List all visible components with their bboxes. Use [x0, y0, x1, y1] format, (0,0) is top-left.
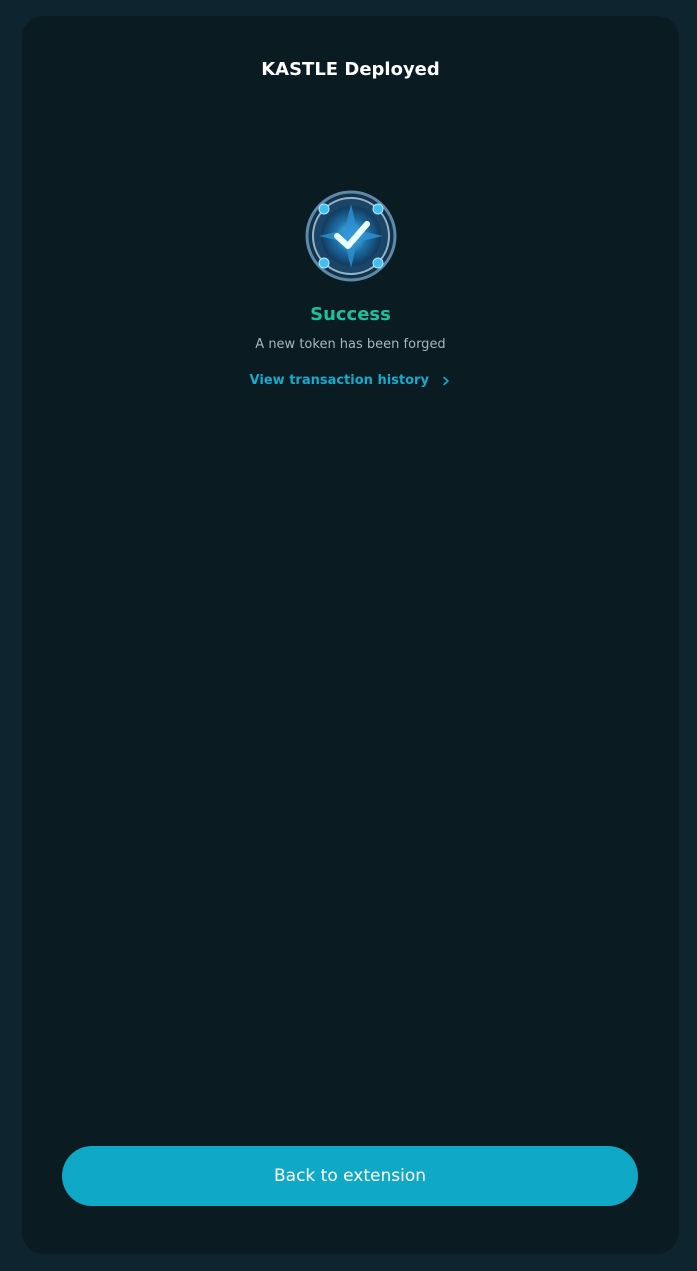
page-title: KASTLE Deployed [261, 59, 440, 80]
success-check-badge-icon [305, 190, 397, 282]
history-link-label: View transaction history [249, 373, 429, 388]
back-to-extension-button[interactable]: Back to extension [62, 1146, 638, 1206]
success-panel: KASTLE Deployed Success A new token has … [22, 16, 679, 1254]
status-title: Success [310, 304, 391, 325]
view-transaction-history-link[interactable]: View transaction history [22, 372, 679, 390]
status-message: A new token has been forged [255, 337, 446, 352]
chevron-right-icon [443, 376, 450, 385]
